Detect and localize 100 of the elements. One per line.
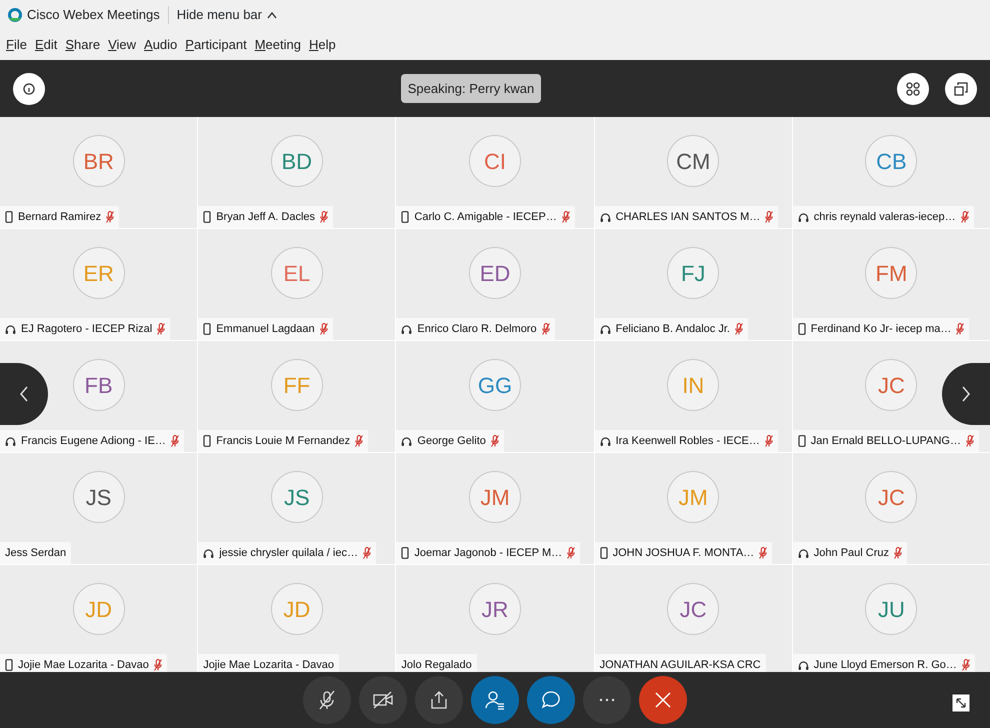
participants-button[interactable] xyxy=(471,676,519,724)
participant-name: chris reynald valeras-iecep… xyxy=(814,210,956,225)
mute-button[interactable] xyxy=(303,676,351,724)
close-icon xyxy=(653,690,673,710)
menu-item[interactable]: Participant xyxy=(185,35,247,55)
phone-icon xyxy=(600,547,608,559)
participant-name: Jan Ernald BELLO-LUPANG… xyxy=(810,434,961,449)
headset-icon xyxy=(401,324,412,334)
participant-name: Ferdinand Ko Jr- iecep ma… xyxy=(810,322,952,337)
avatar: GG xyxy=(468,359,521,411)
share-icon xyxy=(429,690,449,710)
participant-name: Carlo C. Amigable - IECEP… xyxy=(414,210,557,225)
avatar: IN xyxy=(667,359,720,411)
avatar: ED xyxy=(468,247,521,299)
camera-off-icon xyxy=(373,690,393,710)
avatar: JC xyxy=(667,583,720,635)
chevron-right-icon xyxy=(961,386,971,402)
participant-name: Joemar Jagonob - IECEP M… xyxy=(414,546,562,561)
share-button[interactable] xyxy=(415,676,463,724)
menu-item[interactable]: View xyxy=(108,35,136,55)
menu-item[interactable]: Edit xyxy=(34,35,58,55)
chat-icon xyxy=(541,690,561,710)
avatar: FJ xyxy=(667,247,720,299)
hide-menu-bar-button[interactable]: Hide menu bar xyxy=(176,5,278,25)
participant-name: JOHN JOSHUA F. MONTA… xyxy=(612,546,754,561)
windows-icon xyxy=(954,82,968,96)
window-title: Cisco Webex Meetings xyxy=(27,6,160,24)
participant-name: Bryan Jeff A. Dacles xyxy=(216,210,316,225)
headset-icon xyxy=(600,212,611,222)
phone-icon xyxy=(798,435,806,447)
speaking-indicator: Speaking: Perry kwan xyxy=(400,74,542,104)
headset-icon xyxy=(798,212,809,222)
avatar: EL xyxy=(270,247,323,299)
video-button[interactable] xyxy=(359,676,407,724)
avatar: JC xyxy=(865,359,918,411)
participant-name: Jolo Regalado xyxy=(401,658,472,673)
avatar: JM xyxy=(667,471,720,523)
phone-icon xyxy=(401,211,410,223)
window-button[interactable] xyxy=(944,72,977,104)
phone-icon xyxy=(203,435,212,447)
participant-name: CHARLES IAN SANTOS M… xyxy=(616,210,760,225)
participant-name: Jojie Mae Lozarita - Davao xyxy=(18,658,149,673)
avatar: FM xyxy=(865,247,918,299)
info-button[interactable] xyxy=(13,72,45,104)
more-icon xyxy=(597,698,617,702)
avatar: JR xyxy=(468,583,521,635)
headset-icon xyxy=(401,436,412,446)
phone-icon xyxy=(798,323,806,335)
phone-icon xyxy=(203,211,212,223)
avatar: JU xyxy=(865,583,918,635)
phone-icon xyxy=(5,211,13,223)
participant-name: June Lloyd Emerson R. Go… xyxy=(814,658,957,673)
headset-icon xyxy=(600,436,611,446)
participant-name: EJ Ragotero - IECEP Rizal xyxy=(21,322,152,337)
avatar: BR xyxy=(72,135,125,187)
avatar: JD xyxy=(270,583,323,635)
participant-name: Jojie Mae Lozarita - Davao xyxy=(203,658,334,673)
caret-up-icon xyxy=(266,10,278,20)
participant-name: Emmanuel Lagdaan xyxy=(216,322,315,337)
headset-icon xyxy=(798,660,809,670)
avatar: JD xyxy=(72,583,125,635)
participant-name: George Gelito xyxy=(417,434,486,449)
headset-icon xyxy=(798,548,809,558)
participant-name: Enrico Claro R. Delmoro xyxy=(417,322,537,337)
avatar: JM xyxy=(468,471,521,523)
avatar: JS xyxy=(72,471,125,523)
headset-icon xyxy=(5,324,16,334)
avatar: FF xyxy=(270,359,323,411)
headset-icon xyxy=(600,324,611,334)
info-icon xyxy=(23,82,35,94)
menu-item[interactable]: Share xyxy=(65,35,100,55)
end-meeting-button[interactable] xyxy=(639,676,687,724)
participant-name: Francis Louie M Fernandez xyxy=(216,434,350,449)
menu-item[interactable]: File xyxy=(6,35,27,55)
phone-icon xyxy=(401,547,410,559)
phone-icon xyxy=(203,323,212,335)
menu-item[interactable]: Help xyxy=(308,35,336,55)
expand-icon[interactable] xyxy=(952,694,970,712)
participant-name: Bernard Ramirez xyxy=(18,210,102,225)
muted-mic-icon xyxy=(317,690,337,710)
chat-button[interactable] xyxy=(527,676,575,724)
participant-name: Jess Serdan xyxy=(5,546,66,561)
menu-item[interactable]: Audio xyxy=(144,35,178,55)
participant-name: Feliciano B. Andaloc Jr. xyxy=(616,322,730,337)
layout-button[interactable] xyxy=(896,72,929,104)
participant-name: jessie chrysler quilala / iec… xyxy=(219,546,358,561)
participant-name: Francis Eugene Adiong - IE… xyxy=(21,434,166,449)
avatar: JS xyxy=(270,471,323,523)
headset-icon xyxy=(203,548,214,558)
chevron-left-icon xyxy=(19,386,29,402)
participants-icon xyxy=(485,690,505,710)
participant-name: John Paul Cruz xyxy=(814,546,890,561)
avatar: JC xyxy=(865,471,918,523)
app-logo-icon xyxy=(7,7,23,23)
avatar: ER xyxy=(72,247,125,299)
participant-name: JONATHAN AGUILAR-KSA CRC xyxy=(600,658,761,673)
grid-icon xyxy=(906,82,920,96)
menu-item[interactable]: Meeting xyxy=(254,35,301,55)
participant-name: Ira Keenwell Robles - IECE… xyxy=(616,434,760,449)
avatar: CM xyxy=(667,135,720,187)
